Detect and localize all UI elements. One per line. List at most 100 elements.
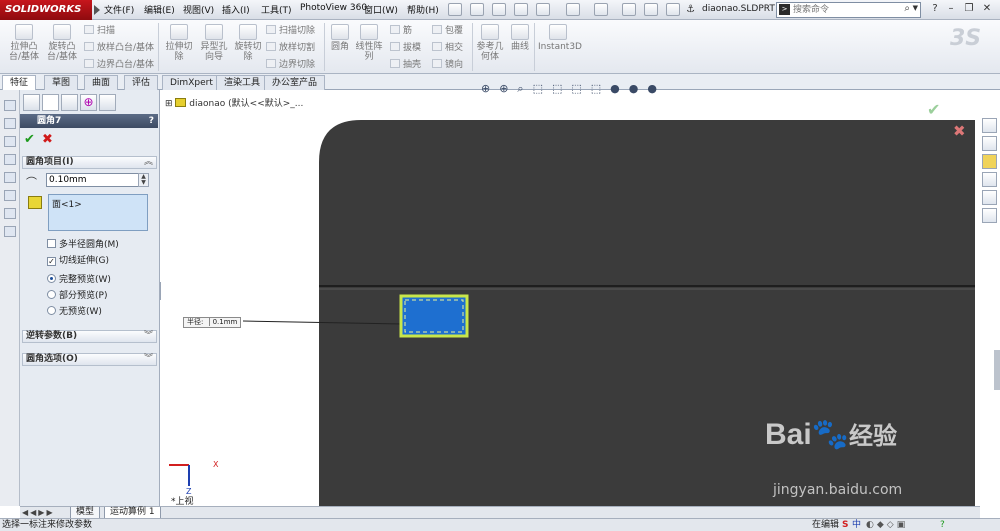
new-document-icon[interactable]: [470, 3, 484, 16]
menu-window[interactable]: 窗口(W): [364, 3, 398, 16]
tab-surfaces[interactable]: 曲面: [84, 75, 119, 90]
tab-render-tools[interactable]: 渲染工具: [216, 75, 269, 90]
multi-radius-checkbox[interactable]: 多半径圆角(M): [47, 239, 119, 251]
radius-callout[interactable]: 半径: 0.1mm: [183, 317, 242, 328]
radius-input[interactable]: [46, 173, 146, 187]
linear-pattern-button[interactable]: 线性阵列: [354, 24, 384, 62]
partial-preview-radio[interactable]: 部分预览(P): [47, 290, 107, 302]
lofted-cut-button[interactable]: 放样切割: [266, 42, 315, 54]
search-dropdown-icon[interactable]: ▼: [913, 4, 918, 12]
rib-button[interactable]: 筋: [390, 25, 412, 37]
draft-button[interactable]: 拔模: [390, 42, 421, 54]
tool-icon[interactable]: [4, 172, 16, 183]
print-icon[interactable]: [536, 3, 550, 16]
swept-cut-button[interactable]: 扫描切除: [266, 25, 315, 37]
section-fillet-options[interactable]: 圆角选项(O) ︾: [22, 353, 157, 366]
folder-icon[interactable]: [982, 154, 997, 169]
tool-icon[interactable]: [4, 226, 16, 237]
tab-evaluate[interactable]: 评估: [124, 75, 159, 90]
tool-icon[interactable]: [4, 208, 16, 219]
intersect-button[interactable]: 相交: [432, 42, 463, 54]
input-method-icon[interactable]: S: [842, 519, 848, 531]
mirror-button[interactable]: 镜向: [432, 59, 463, 71]
radius-spinner[interactable]: ▲ ▼: [138, 173, 149, 187]
confirm-check-icon[interactable]: ✔: [927, 100, 940, 119]
tool-icon[interactable]: [4, 100, 16, 111]
restore-button[interactable]: ❐: [962, 3, 976, 16]
menu-view[interactable]: 视图(V): [183, 3, 214, 16]
menu-insert[interactable]: 插入(I): [222, 3, 250, 16]
search-box[interactable]: > ⌕ ▼: [776, 2, 921, 18]
menu-photoview[interactable]: PhotoView 360: [300, 3, 367, 13]
tool-icon[interactable]: [4, 136, 16, 147]
help-status-icon[interactable]: ?: [940, 519, 945, 531]
menu-edit[interactable]: 编辑(E): [144, 3, 175, 16]
custom-properties-icon[interactable]: [982, 208, 997, 223]
options-icon[interactable]: [666, 3, 680, 16]
revolve-cut-button[interactable]: 旋转切除: [232, 24, 264, 62]
appearances-icon[interactable]: [982, 190, 997, 205]
tray-icons[interactable]: ◐◆◇▣: [866, 519, 908, 531]
reference-geometry-button[interactable]: 参考几何体: [476, 24, 504, 62]
configuration-tab-icon[interactable]: [61, 94, 78, 111]
cancel-x-icon[interactable]: ✖: [42, 132, 53, 147]
curves-button[interactable]: 曲线: [508, 24, 532, 52]
tool-icon[interactable]: [4, 154, 16, 165]
dimxpert-tab-icon[interactable]: ⊕: [80, 94, 97, 111]
expand-plus-icon[interactable]: ⊞: [165, 99, 173, 109]
input-mode-icon[interactable]: 中: [852, 519, 861, 531]
boundary-cut-button[interactable]: 边界切除: [266, 59, 315, 71]
help-icon[interactable]: ?: [928, 3, 942, 16]
face-list-item[interactable]: 面<1>: [52, 200, 82, 210]
shell-button[interactable]: 抽壳: [390, 59, 421, 71]
hole-wizard-button[interactable]: 异型孔向导: [198, 24, 230, 62]
feature-tree-tab-icon[interactable]: [23, 94, 40, 111]
no-preview-radio[interactable]: 无预览(W): [47, 306, 102, 318]
sweep-button[interactable]: 扫描: [84, 25, 115, 37]
home-icon[interactable]: [982, 118, 997, 133]
minimize-button[interactable]: –: [944, 3, 958, 16]
view-toolbar[interactable]: ⊕⊕⌕⬚⬚⬚⬚●●●: [481, 82, 666, 96]
tab-dimxpert[interactable]: DimXpert: [162, 75, 221, 90]
property-manager-tab-icon[interactable]: [42, 94, 59, 111]
instant3d-button[interactable]: Instant3D: [538, 24, 582, 52]
pin-icon[interactable]: [448, 3, 462, 16]
boundary-boss-button[interactable]: 边界凸台/基体: [84, 59, 154, 71]
feature-tree-root[interactable]: ⊞ diaonao (默认<<默认>_...: [165, 96, 303, 109]
tab-sketch[interactable]: 草图: [44, 75, 79, 90]
tab-features[interactable]: 特征: [2, 75, 37, 91]
save-icon[interactable]: [514, 3, 528, 16]
file-explorer-icon[interactable]: [982, 172, 997, 187]
full-preview-radio[interactable]: 完整预览(W): [47, 274, 111, 286]
tangent-propagation-checkbox[interactable]: ✓ 切线延伸(G): [47, 256, 109, 267]
logo-arrow-icon[interactable]: [94, 5, 100, 15]
tab-scroll-arrows[interactable]: ◀◀▶▶: [22, 508, 55, 517]
tool-icon[interactable]: [4, 118, 16, 129]
tab-office-products[interactable]: 办公室产品: [264, 75, 326, 90]
section-fillet-items[interactable]: 圆角项目(I) ︽: [22, 156, 157, 169]
face-selection-list[interactable]: 面<1>: [48, 194, 148, 231]
extrude-boss-button[interactable]: 拉伸凸台/基体: [6, 24, 42, 62]
tool-icon[interactable]: [4, 190, 16, 201]
pm-help-icon[interactable]: ?: [149, 114, 154, 128]
loft-boss-button[interactable]: 放样凸台/基体: [84, 42, 154, 54]
rebuild-icon[interactable]: [622, 3, 636, 16]
revolve-boss-button[interactable]: 旋转凸台/基体: [44, 24, 80, 62]
select-icon[interactable]: [594, 3, 608, 16]
open-icon[interactable]: [492, 3, 506, 16]
selected-face[interactable]: [399, 294, 469, 338]
file-props-icon[interactable]: [644, 3, 658, 16]
extrude-cut-button[interactable]: 拉伸切除: [162, 24, 196, 62]
search-icon[interactable]: ⌕: [904, 3, 910, 14]
menu-tools[interactable]: 工具(T): [261, 3, 292, 16]
graphics-area[interactable]: ⊞ diaonao (默认<<默认>_... ⊕⊕⌕⬚⬚⬚⬚●●● ✔ ✖ 半径…: [161, 82, 975, 507]
fillet-button[interactable]: 圆角: [328, 24, 352, 52]
search-input[interactable]: [793, 3, 903, 17]
confirm-x-icon[interactable]: ✖: [953, 122, 966, 140]
menu-help[interactable]: 帮助(H): [407, 3, 439, 16]
wrap-button[interactable]: 包覆: [432, 25, 463, 37]
resources-icon[interactable]: [982, 136, 997, 151]
scroll-handle[interactable]: [994, 350, 1000, 390]
ok-check-icon[interactable]: ✔: [24, 132, 35, 147]
menu-file[interactable]: 文件(F): [104, 3, 134, 16]
